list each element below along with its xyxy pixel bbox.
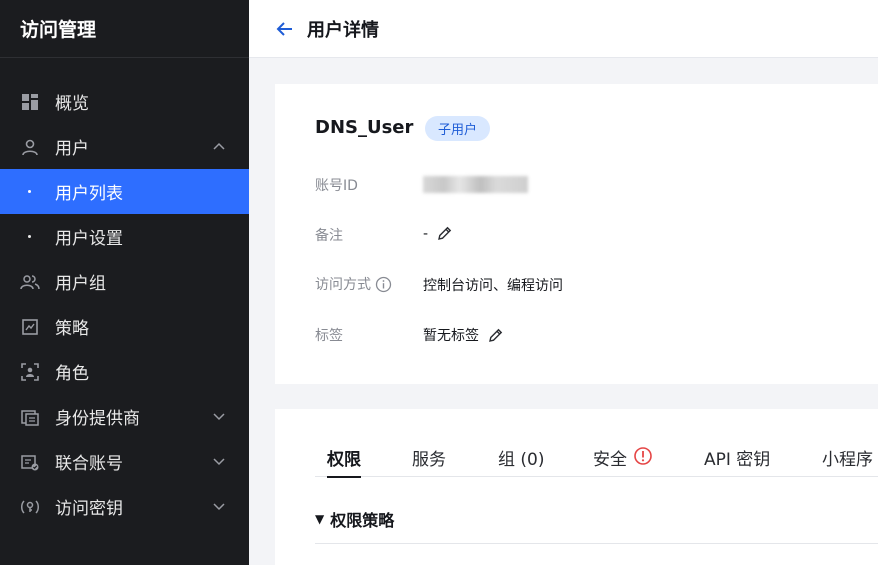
remark-row: - [423, 225, 453, 242]
access-method-value: 控制台访问、编程访问 [423, 278, 563, 294]
sidebar-item-label: 身份提供商 [55, 409, 140, 429]
permission-policies-section-toggle[interactable]: ▼ 权限策略 [315, 507, 394, 531]
tab-label: 权限 [327, 450, 361, 470]
tab-label: 安全 [593, 450, 627, 470]
user-info-card: DNS_User 子用户 账号ID 备注 - 访问方式 控制台访问、编程访问 标… [275, 84, 878, 384]
sidebar-item-label: 联合账号 [55, 454, 123, 474]
account-id-value [423, 176, 528, 193]
sidebar-nav: 概览 用户 用户列表 用户设置 用户组 策略 角色 身份提供商 联合账号 访问密… [0, 79, 249, 529]
tags-value: 暂无标签 [423, 328, 479, 344]
user-icon [20, 137, 40, 157]
tab-bar: 权限 服务 组 (0) 安全 API 密钥 小程序 [315, 445, 878, 478]
chevron-down-icon [213, 503, 225, 511]
sidebar-item-user-groups[interactable]: 用户组 [0, 259, 249, 304]
arrow-left-icon[interactable] [275, 19, 295, 39]
sidebar-item-label: 角色 [55, 364, 89, 384]
sidebar-item-user-settings[interactable]: 用户设置 [0, 214, 249, 259]
sidebar-item-policies[interactable]: 策略 [0, 304, 249, 349]
sidebar-item-roles[interactable]: 角色 [0, 349, 249, 394]
user-group-icon [20, 272, 40, 292]
sidebar-item-label: 概览 [55, 94, 89, 114]
tab-permissions[interactable]: 权限 [327, 445, 361, 478]
sidebar-title: 访问管理 [0, 0, 249, 58]
masked-account-id [423, 176, 528, 193]
tab-label: 组 (0) [498, 450, 545, 470]
access-method-label: 访问方式 [315, 277, 371, 293]
page-title: 用户详情 [307, 19, 379, 41]
dashboard-icon [20, 92, 40, 112]
tags-label: 标签 [315, 328, 343, 344]
role-icon [20, 362, 40, 382]
sidebar-item-users[interactable]: 用户 [0, 124, 249, 169]
remark-value: - [423, 225, 429, 242]
user-tabs-card: 权限 服务 组 (0) 安全 API 密钥 小程序 ▼ 权限策略 [275, 409, 878, 565]
sidebar-item-user-list[interactable]: 用户列表 [0, 169, 249, 214]
tab-api-keys[interactable]: API 密钥 [704, 445, 770, 477]
access-key-icon [20, 497, 40, 517]
remark-label: 备注 [315, 228, 343, 244]
access-method-label-row: 访问方式 [315, 274, 392, 294]
bullet-dot [28, 190, 31, 193]
sidebar-item-label: 用户设置 [55, 229, 123, 249]
tab-label: 小程序 [822, 450, 873, 470]
chevron-down-icon [213, 458, 225, 466]
sidebar-item-overview[interactable]: 概览 [0, 79, 249, 124]
chevron-up-icon [213, 142, 225, 150]
sidebar-item-federated-accounts[interactable]: 联合账号 [0, 439, 249, 484]
sidebar-item-label: 访问密钥 [55, 499, 123, 519]
policy-icon [20, 317, 40, 337]
sidebar-item-label: 用户列表 [55, 184, 123, 204]
account-id-label: 账号ID [315, 178, 358, 194]
tab-groups[interactable]: 组 (0) [498, 445, 544, 477]
main-content: 用户详情 DNS_User 子用户 账号ID 备注 - 访问方式 控制台访问、编… [249, 0, 878, 565]
sidebar-item-identity-providers[interactable]: 身份提供商 [0, 394, 249, 439]
user-type-badge: 子用户 [425, 116, 491, 141]
divider [315, 543, 878, 544]
sidebar-item-access-keys[interactable]: 访问密钥 [0, 484, 249, 529]
chevron-down-icon [213, 413, 225, 421]
sidebar-item-label: 策略 [55, 319, 89, 339]
page-header: 用户详情 [249, 0, 878, 58]
tab-mini-programs[interactable]: 小程序 [822, 445, 873, 477]
tags-row: 暂无标签 [423, 325, 504, 345]
bullet-dot [28, 235, 31, 238]
edit-tags-icon[interactable] [487, 327, 504, 344]
tab-label: 服务 [412, 450, 446, 470]
sidebar: 访问管理 概览 用户 用户列表 用户设置 用户组 策略 角色 身份提供商 联合账… [0, 0, 249, 565]
tab-security[interactable]: 安全 [593, 445, 653, 477]
tab-label: API 密钥 [704, 450, 771, 470]
identity-provider-icon [20, 407, 40, 427]
federated-account-icon [20, 452, 40, 472]
info-icon[interactable] [375, 276, 392, 293]
tab-services[interactable]: 服务 [412, 445, 446, 477]
edit-remark-icon[interactable] [436, 225, 453, 242]
sidebar-item-label: 用户组 [55, 274, 106, 294]
sidebar-item-label: 用户 [55, 139, 89, 159]
warning-icon [634, 447, 652, 465]
collapse-triangle-icon: ▼ [315, 512, 325, 526]
user-name: DNS_User [315, 117, 414, 138]
section-title: 权限策略 [330, 511, 395, 530]
